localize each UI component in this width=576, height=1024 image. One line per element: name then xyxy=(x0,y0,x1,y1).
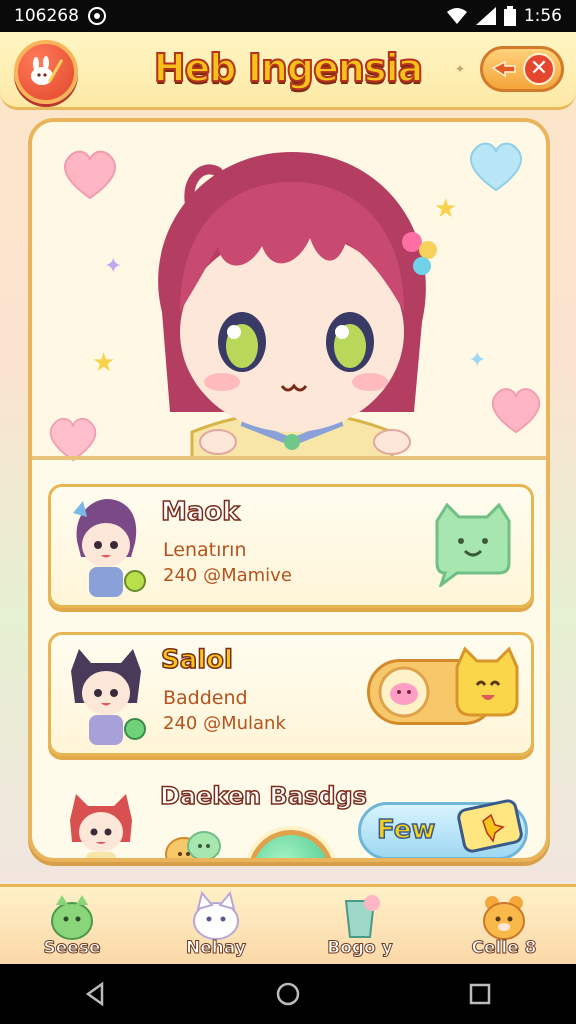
close-pill[interactable]: ✕ xyxy=(480,46,564,92)
divider xyxy=(32,456,546,460)
blue-heart-icon xyxy=(470,142,522,192)
entry-card[interactable]: Maok Lenatırın 240 @Mamive xyxy=(48,484,534,608)
system-nav-bar xyxy=(0,964,576,1024)
avatar xyxy=(71,649,146,745)
white-cat-icon xyxy=(193,890,239,940)
pink-heart-icon xyxy=(491,388,541,434)
avatar xyxy=(73,499,146,597)
ticket-icon xyxy=(457,799,523,853)
few-button-label: Few xyxy=(376,814,436,846)
recents-square-icon[interactable] xyxy=(466,980,494,1008)
entry-subtitle: Baddend xyxy=(163,687,248,709)
yellow-cat-icon xyxy=(455,646,519,717)
green-cactus-cat-icon xyxy=(51,895,93,940)
nav-label: Seese xyxy=(43,938,101,959)
close-button[interactable]: ✕ xyxy=(523,53,555,85)
app-header: Heb Ingensia ✦ ✕ xyxy=(0,32,576,110)
entry-name: Daeken Basdgs xyxy=(159,781,367,811)
nav-item-seese[interactable]: Seese xyxy=(0,887,144,964)
green-cat-bubble-icon[interactable] xyxy=(427,501,519,587)
entry-card[interactable]: Salol Baddend 240 @Mulank xyxy=(48,632,534,756)
character-portrait xyxy=(158,152,437,458)
nav-item-bogo[interactable]: Bogo y xyxy=(288,887,432,964)
slime-pair-icon xyxy=(165,831,221,858)
entry-name: Maok xyxy=(160,496,240,528)
smile-face-icon xyxy=(271,855,311,862)
hand-pointer-icon xyxy=(491,60,516,78)
star-icon: ✦ xyxy=(468,348,487,373)
pink-heart-icon xyxy=(64,150,116,200)
nav-label: Celle 8 xyxy=(471,938,537,959)
hero-portrait: ★ ★ ✦ ✦ xyxy=(32,122,546,462)
entry-subtitle: Lenatırın xyxy=(163,539,247,561)
center-action-button[interactable] xyxy=(248,830,334,862)
status-bar: 106268 1:56 xyxy=(0,0,576,32)
battery-icon xyxy=(503,6,516,26)
signal-icon xyxy=(475,7,496,25)
nav-label: Bogo y xyxy=(327,938,393,959)
nav-item-nehay[interactable]: Nehay xyxy=(144,887,288,964)
wifi-icon xyxy=(446,7,468,25)
nav-label: Nehay xyxy=(186,938,247,959)
entry-name: Salol xyxy=(160,644,233,676)
orange-bear-icon xyxy=(483,896,525,940)
blue-cup-icon xyxy=(344,895,380,938)
close-icon: ✕ xyxy=(529,56,549,81)
entry-stat: 240 @Mulank xyxy=(163,713,286,734)
bunny-flag-icon xyxy=(31,56,63,85)
page-title: Heb Ingensia xyxy=(153,45,425,91)
pink-heart-icon xyxy=(49,417,97,462)
status-left-text: 106268 xyxy=(14,6,79,26)
entry-stat: 240 @Mamive xyxy=(163,565,292,586)
few-button[interactable]: Few xyxy=(358,799,528,858)
status-time: 1:56 xyxy=(523,6,562,26)
back-button[interactable] xyxy=(14,40,78,104)
sparkle-icon: ✦ xyxy=(455,62,466,76)
back-triangle-icon[interactable] xyxy=(82,980,110,1008)
avatar xyxy=(70,794,132,858)
star-icon: ★ xyxy=(92,348,116,378)
at-sign-icon xyxy=(87,6,107,26)
character-panel: ★ ★ ✦ ✦ Maok Lenatırın 240 @Mamive Salol… xyxy=(28,118,550,862)
bottom-nav: Seese Nehay Bogo y Celle 8 xyxy=(0,884,576,964)
nav-item-celle[interactable]: Celle 8 xyxy=(432,887,576,964)
pink-pig-coin-icon xyxy=(378,666,430,718)
home-circle-icon[interactable] xyxy=(274,980,302,1008)
star-icon: ✦ xyxy=(104,254,123,279)
